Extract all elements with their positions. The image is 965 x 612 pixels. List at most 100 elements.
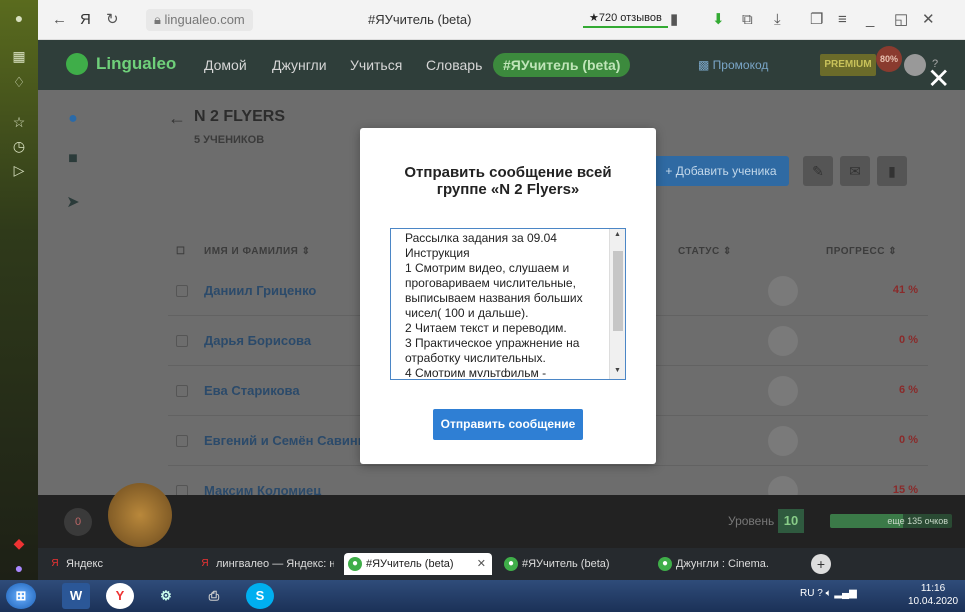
bell-icon[interactable]: ♢ — [9, 72, 29, 92]
tab-teacher-active[interactable]: ● #ЯУчитель (beta) ✕ — [344, 553, 492, 575]
student-avatar — [768, 326, 798, 356]
send-icon[interactable]: ➤ — [63, 192, 83, 212]
alice-icon[interactable]: ◆ — [9, 533, 29, 553]
tab-search[interactable]: Ялингвалео — Яндекс: нашлось — [194, 553, 334, 575]
group-student-count: 5 УЧЕНИКОВ — [194, 134, 265, 146]
language-indicator[interactable]: RU — [800, 588, 814, 599]
reload-icon[interactable]: ↻ — [106, 10, 119, 30]
message-text[interactable]: Рассылка задания за 09.04 Инструкция 1 С… — [405, 231, 605, 377]
trash-icon[interactable]: ▮ — [877, 156, 907, 186]
downloads-icon[interactable]: ⤓ — [774, 10, 781, 30]
system-tray[interactable]: RU ? 🔈︎ ▂▄▆ — [800, 588, 857, 599]
clock-time: 11:16 — [920, 583, 946, 594]
help-tray-icon[interactable]: ? — [817, 588, 823, 599]
students-icon[interactable]: ● — [63, 110, 83, 130]
leo-mascot-icon[interactable] — [108, 483, 172, 547]
yandex-logo-icon[interactable]: Я — [80, 10, 91, 30]
skype-icon[interactable]: S — [246, 583, 274, 609]
back-arrow-icon[interactable]: ← — [168, 108, 186, 129]
tab-label: #ЯУчитель (beta) — [522, 558, 610, 570]
tab-close-icon[interactable]: ✕ — [477, 553, 486, 575]
nav-learn[interactable]: Учиться — [350, 56, 402, 74]
browser-toolbar: ← Я ↻ 🔒︎ lingualeo.com #ЯУчитель (beta) … — [38, 0, 965, 40]
scrollbar-thumb[interactable] — [613, 251, 623, 331]
user-avatar[interactable] — [904, 54, 926, 76]
star-icon[interactable]: ☆ — [9, 112, 29, 132]
site-logo[interactable]: Lingualeo — [96, 54, 176, 74]
windows-taskbar: ⊞ W Y ⚙ ⎙ S RU ? 🔈︎ ▂▄▆ 11:16 10.04.2020 — [0, 580, 965, 612]
services-grid-icon[interactable]: ▦ — [9, 46, 29, 66]
row-checkbox[interactable] — [176, 285, 188, 297]
restore-icon[interactable]: ◱ — [894, 10, 908, 30]
sort-icon: ⇕ — [301, 246, 311, 257]
level-progress-bar: еще 135 очков — [830, 514, 952, 528]
header-status[interactable]: СТАТУС ⇕ — [678, 246, 732, 257]
promo-link[interactable]: ▩ Промокод — [698, 54, 768, 76]
close-overlay-icon[interactable]: ✕ — [927, 65, 950, 93]
bookmark-icon[interactable]: ▮ — [670, 10, 678, 30]
address-bar[interactable]: 🔒︎ lingualeo.com — [146, 9, 253, 31]
window-close-icon[interactable]: ✕ — [922, 10, 935, 30]
alice-voice-icon[interactable]: ● — [9, 558, 29, 578]
url-text: lingualeo.com — [164, 12, 245, 27]
signal-icon[interactable]: ▂▄▆ — [834, 588, 856, 599]
level-progress-text: еще 135 очков — [887, 516, 948, 526]
add-student-button[interactable]: + Добавить ученика — [653, 156, 789, 186]
student-name[interactable]: Ева Старикова — [204, 383, 300, 398]
student-name[interactable]: Евгений и Семён Савины — [204, 433, 369, 448]
group-title: N 2 FLYERS — [194, 108, 285, 125]
menu-icon[interactable]: ≡ — [838, 10, 847, 30]
volume-icon[interactable]: 🔈︎ — [826, 588, 832, 599]
header-name-label: ИМЯ И ФАМИЛИЯ — [204, 246, 299, 257]
play-icon[interactable]: ▷ — [9, 160, 29, 180]
send-message-button[interactable]: Отправить сообщение — [433, 409, 583, 440]
message-textarea[interactable]: Рассылка задания за 09.04 Инструкция 1 С… — [390, 228, 626, 380]
nav-jungle[interactable]: Джунгли — [272, 56, 327, 74]
history-clock-icon[interactable]: ◷ — [9, 136, 29, 156]
download-arrow-icon[interactable]: ⬇ — [712, 10, 725, 30]
browser-side-rail: ● ▦ ♢ ☆ ◷ ▷ ◆ ● — [0, 0, 38, 580]
nav-home[interactable]: Домой — [204, 56, 247, 74]
textarea-scrollbar[interactable]: ▲ ▼ — [609, 229, 625, 379]
printer-icon[interactable]: ⎙ — [200, 583, 228, 609]
header-progress[interactable]: ПРОГРЕСС ⇕ — [826, 246, 897, 257]
tab-label: лингвалео — Яндекс: нашлось — [216, 558, 334, 570]
edit-pencil-icon[interactable]: ✎ — [803, 156, 833, 186]
select-all-checkbox[interactable]: ☐ — [176, 246, 185, 257]
mail-icon[interactable]: ✉ — [840, 156, 870, 186]
new-tab-plus-icon[interactable]: + — [811, 554, 831, 574]
tabs-icon[interactable]: ❐ — [810, 10, 823, 30]
back-arrow-icon[interactable]: ← — [52, 10, 67, 30]
student-name[interactable]: Даниил Гриценко — [204, 283, 316, 298]
minimize-icon[interactable]: _ — [866, 10, 874, 30]
lingualeo-logo-icon[interactable] — [66, 53, 88, 75]
folder-icon[interactable]: ■ — [63, 150, 83, 170]
reviews-badge[interactable]: ★720 отзывов — [583, 8, 668, 28]
scroll-up-icon[interactable]: ▲ — [614, 231, 621, 238]
tab-jungle[interactable]: ● Джунгли : Cinema. — [654, 553, 794, 575]
tab-teacher[interactable]: ● #ЯУчитель (beta) — [500, 553, 640, 575]
row-checkbox[interactable] — [176, 435, 188, 447]
extension-icon[interactable]: ⧉ — [742, 10, 753, 30]
network-app-icon[interactable]: ⚙ — [152, 583, 180, 609]
student-name[interactable]: Дарья Борисова — [204, 333, 311, 348]
scroll-down-icon[interactable]: ▼ — [614, 367, 621, 374]
taskbar-clock[interactable]: 11:16 10.04.2020 — [908, 582, 958, 608]
row-checkbox[interactable] — [176, 335, 188, 347]
tab-yandex[interactable]: Я Яндекс — [44, 553, 184, 575]
row-checkbox[interactable] — [176, 385, 188, 397]
tab-label: #ЯУчитель (beta) — [366, 558, 454, 570]
word-icon[interactable]: W — [62, 583, 90, 609]
yandex-browser-icon[interactable]: Y — [106, 583, 134, 609]
premium-button[interactable]: PREMIUM — [820, 54, 876, 76]
promo-label: Промокод — [712, 58, 769, 72]
nav-dictionary[interactable]: Словарь — [426, 56, 482, 74]
header-status-label: СТАТУС — [678, 246, 720, 257]
nav-teacher[interactable]: #ЯУчитель (beta) — [493, 53, 631, 77]
student-progress: 0 % — [899, 434, 918, 446]
lock-icon: 🔒︎ — [154, 12, 165, 27]
notification-counter[interactable]: 0 — [64, 508, 92, 536]
profile-icon[interactable]: ● — [9, 8, 29, 28]
start-button-icon[interactable]: ⊞ — [6, 583, 36, 609]
header-name[interactable]: ИМЯ И ФАМИЛИЯ ⇕ — [204, 246, 311, 257]
